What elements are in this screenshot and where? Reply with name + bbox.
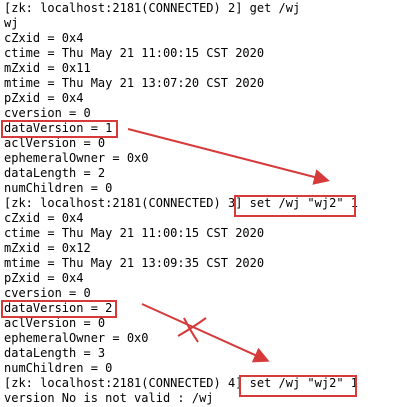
terminal-line: numChildren = 0 xyxy=(4,181,113,195)
terminal-line: pZxid = 0x4 xyxy=(4,91,84,105)
highlight-box-set-command-2 xyxy=(239,375,357,397)
terminal-line: [zk: localhost:2181(CONNECTED) 2] get /w… xyxy=(4,1,301,15)
terminal-line: aclVersion = 0 xyxy=(4,316,106,330)
terminal-line: ctime = Thu May 21 11:00:15 CST 2020 xyxy=(4,226,265,240)
terminal-line: cversion = 0 xyxy=(4,106,91,120)
terminal-line: ephemeralOwner = 0x0 xyxy=(4,151,149,165)
terminal-line: cversion = 0 xyxy=(4,286,91,300)
highlight-box-dataversion-1 xyxy=(1,120,118,138)
highlight-box-dataversion-2 xyxy=(1,300,117,318)
terminal-line: dataLength = 2 xyxy=(4,166,106,180)
terminal-line: ctime = Thu May 21 11:00:15 CST 2020 xyxy=(4,46,265,60)
terminal-line: mtime = Thu May 21 13:09:35 CST 2020 xyxy=(4,256,265,270)
terminal-line: numChildren = 0 xyxy=(4,361,113,375)
terminal-line: mZxid = 0x12 xyxy=(4,241,91,255)
terminal-line: mtime = Thu May 21 13:07:20 CST 2020 xyxy=(4,76,265,90)
terminal-line: mZxid = 0x11 xyxy=(4,61,91,75)
terminal-line: ephemeralOwner = 0x0 xyxy=(4,331,149,345)
terminal-line: aclVersion = 0 xyxy=(4,136,106,150)
terminal-line: pZxid = 0x4 xyxy=(4,271,84,285)
terminal-line: wj xyxy=(4,16,19,30)
terminal-line: dataLength = 3 xyxy=(4,346,106,360)
highlight-box-set-command-1 xyxy=(234,195,356,217)
terminal-line: cZxid = 0x4 xyxy=(4,31,84,45)
